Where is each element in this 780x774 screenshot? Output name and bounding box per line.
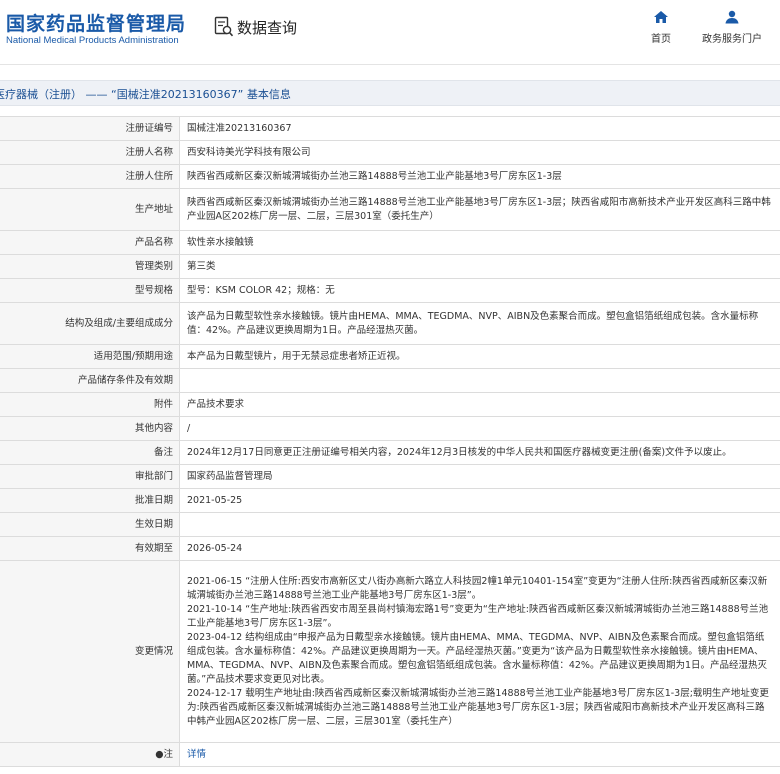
field-label: 注册人住所 bbox=[0, 164, 180, 189]
data-search-icon bbox=[214, 16, 234, 37]
field-label: 生产地址 bbox=[0, 188, 180, 231]
field-label: 其他内容 bbox=[0, 416, 180, 441]
logo-title[interactable]: 国家药品监督管理局 bbox=[6, 9, 186, 36]
table-row: 管理类别 第三类 bbox=[0, 254, 780, 279]
table-row: 注册人住所 陕西省西咸新区秦汉新城渭城街办兰池三路14888号兰池工业产能基地3… bbox=[0, 164, 780, 189]
field-label: 变更情况 bbox=[0, 560, 180, 743]
change-item: 2024-12-17 载明生产地址由:陕西省西咸新区秦汉新城渭城街办兰池三路14… bbox=[187, 687, 769, 727]
site-header: 国家药品监督管理局 National Medical Products Admi… bbox=[0, 0, 780, 62]
table-row: 生效日期 bbox=[0, 512, 780, 537]
field-value: 本产品为日戴型镜片，用于无禁忌症患者矫正近视。 bbox=[179, 344, 780, 369]
field-label: ●注 bbox=[0, 742, 180, 767]
header-divider bbox=[0, 64, 780, 65]
change-item: 2021-10-14 “生产地址:陕西省西安市周至县尚村镇海宏路1号”变更为“生… bbox=[187, 603, 769, 629]
field-value: 该产品为日戴型软性亲水接触镜。镜片由HEMA、MMA、TEGDMA、NVP、AI… bbox=[179, 302, 780, 345]
field-label: 批准日期 bbox=[0, 488, 180, 513]
nav-home[interactable]: 首页 bbox=[646, 10, 676, 45]
table-row: 有效期至 2026-05-24 bbox=[0, 536, 780, 561]
table-row: 注册证编号 国械注准20213160367 bbox=[0, 116, 780, 141]
table-row: 其他内容 / bbox=[0, 416, 780, 441]
nav-service-portal[interactable]: 政务服务门户 bbox=[700, 10, 764, 45]
field-value: 产品技术要求 bbox=[179, 392, 780, 417]
field-label: 有效期至 bbox=[0, 536, 180, 561]
field-label: 结构及组成/主要组成成分 bbox=[0, 302, 180, 345]
field-value: 软性亲水接触镜 bbox=[179, 230, 780, 255]
field-value: 型号：KSM COLOR 42；规格：无 bbox=[179, 278, 780, 303]
logo-subtitle[interactable]: National Medical Products Administration bbox=[6, 35, 179, 46]
field-label: 备注 bbox=[0, 440, 180, 465]
field-value: 2024年12月17日同意更正注册证编号相关内容，2024年12月3日核发的中华… bbox=[179, 440, 780, 465]
table-row: 产品名称 软性亲水接触镜 bbox=[0, 230, 780, 255]
change-history: 2021-06-15 “注册人住所:西安市高新区丈八街办高新六路立人科技园2幢1… bbox=[179, 560, 780, 743]
table-row: 产品储存条件及有效期 bbox=[0, 368, 780, 393]
table-row: 批准日期 2021-05-25 bbox=[0, 488, 780, 513]
table-row: 型号规格 型号：KSM COLOR 42；规格：无 bbox=[0, 278, 780, 303]
nav-home-label: 首页 bbox=[651, 34, 671, 45]
field-value bbox=[179, 368, 780, 393]
field-value: 国械注准20213160367 bbox=[179, 116, 780, 141]
table-row: 注册人名称 西安科诗美光学科技有限公司 bbox=[0, 140, 780, 165]
field-value: 第三类 bbox=[179, 254, 780, 279]
table-row: 备注 2024年12月17日同意更正注册证编号相关内容，2024年12月3日核发… bbox=[0, 440, 780, 465]
field-value: 详情 bbox=[179, 742, 780, 767]
field-label: 注册人名称 bbox=[0, 140, 180, 165]
field-value: 西安科诗美光学科技有限公司 bbox=[179, 140, 780, 165]
change-item: 2023-04-12 结构组成由“申报产品为日戴型亲水接触镜。镜片由HEMA、M… bbox=[187, 631, 767, 685]
table-row: 变更情况 2021-06-15 “注册人住所:西安市高新区丈八街办高新六路立人科… bbox=[0, 560, 780, 743]
table-row: 生产地址 陕西省西咸新区秦汉新城渭城街办兰池三路14888号兰池工业产能基地3号… bbox=[0, 188, 780, 231]
field-label: 注册证编号 bbox=[0, 116, 180, 141]
field-label: 生效日期 bbox=[0, 512, 180, 537]
field-label: 型号规格 bbox=[0, 278, 180, 303]
field-label: 附件 bbox=[0, 392, 180, 417]
field-value: / bbox=[179, 416, 780, 441]
detail-link[interactable]: 详情 bbox=[187, 749, 206, 760]
home-icon bbox=[654, 11, 668, 23]
table-row: 适用范围/预期用途 本产品为日戴型镜片，用于无禁忌症患者矫正近视。 bbox=[0, 344, 780, 369]
nav-portal-label: 政务服务门户 bbox=[702, 34, 762, 45]
detail-table: 注册证编号 国械注准20213160367 注册人名称 西安科诗美光学科技有限公… bbox=[0, 116, 780, 767]
field-label: 适用范围/预期用途 bbox=[0, 344, 180, 369]
user-icon bbox=[725, 10, 739, 24]
field-value bbox=[179, 512, 780, 537]
table-row: ●注 详情 bbox=[0, 742, 780, 767]
table-row: 结构及组成/主要组成成分 该产品为日戴型软性亲水接触镜。镜片由HEMA、MMA、… bbox=[0, 302, 780, 345]
breadcrumb-text: 医疗器械（注册） —— “国械注准20213160367” 基本信息 bbox=[0, 88, 291, 101]
field-value: 陕西省西咸新区秦汉新城渭城街办兰池三路14888号兰池工业产能基地3号厂房东区1… bbox=[179, 164, 780, 189]
change-item: 2021-06-15 “注册人住所:西安市高新区丈八街办高新六路立人科技园2幢1… bbox=[187, 575, 768, 601]
field-value: 2021-05-25 bbox=[179, 488, 780, 513]
field-label: 审批部门 bbox=[0, 464, 180, 489]
field-value: 2026-05-24 bbox=[179, 536, 780, 561]
field-label: 产品名称 bbox=[0, 230, 180, 255]
field-value: 陕西省西咸新区秦汉新城渭城街办兰池三路14888号兰池工业产能基地3号厂房东区1… bbox=[179, 188, 780, 231]
breadcrumb: 医疗器械（注册） —— “国械注准20213160367” 基本信息 bbox=[0, 80, 780, 106]
field-label: 管理类别 bbox=[0, 254, 180, 279]
field-label: 产品储存条件及有效期 bbox=[0, 368, 180, 393]
data-query-title[interactable]: 数据查询 bbox=[214, 14, 297, 40]
data-query-label: 数据查询 bbox=[237, 18, 298, 37]
table-row: 审批部门 国家药品监督管理局 bbox=[0, 464, 780, 489]
field-value: 国家药品监督管理局 bbox=[179, 464, 780, 489]
table-row: 附件 产品技术要求 bbox=[0, 392, 780, 417]
